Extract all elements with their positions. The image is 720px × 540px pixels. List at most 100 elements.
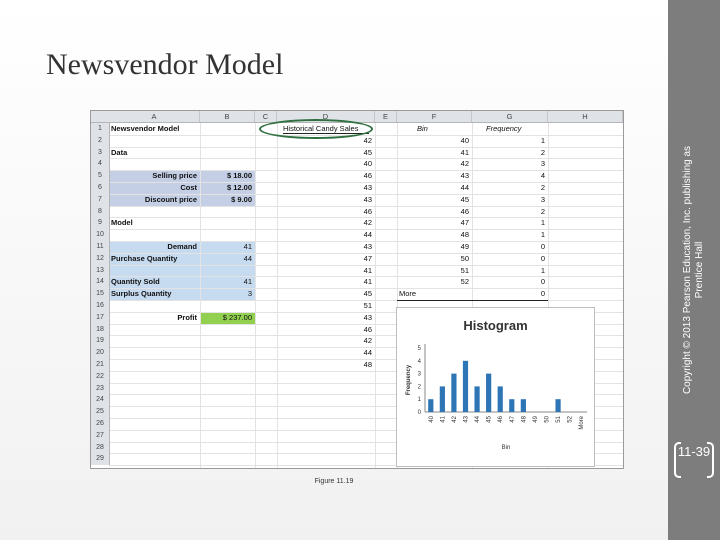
- sales-value: 47: [363, 253, 372, 263]
- x-tick-label: 49: [533, 415, 539, 422]
- row-header[interactable]: 9: [91, 217, 110, 230]
- model-label: Quantity Sold: [111, 277, 160, 287]
- sales-value: 43: [363, 312, 372, 322]
- row-header[interactable]: 1: [91, 123, 110, 135]
- model-value: 41: [243, 277, 252, 287]
- x-tick-label: 41: [440, 415, 446, 422]
- row-header[interactable]: 6: [91, 182, 110, 194]
- histogram-bar: [520, 399, 526, 412]
- x-tick-label: 51: [556, 415, 562, 422]
- chart-plot: 01234540 41 42 43 44 45 46 47 48 49 50 51 52 MoreBinF…: [406, 344, 587, 451]
- frequency-value: 0: [540, 242, 545, 251]
- x-tick-label: 40: [429, 415, 435, 422]
- col-header-b[interactable]: B: [200, 111, 255, 122]
- col-header-f[interactable]: F: [397, 111, 472, 122]
- bin-value: 43: [460, 171, 469, 181]
- row-header[interactable]: 27: [91, 429, 110, 442]
- model-value: 3: [247, 289, 252, 299]
- bin-more: More: [399, 289, 417, 299]
- table-bottom-line: [397, 300, 548, 301]
- frequency-value: 1: [540, 218, 545, 228]
- figure-caption: Figure 11.19: [314, 478, 354, 485]
- model-label: Demand: [167, 242, 197, 251]
- row-header[interactable]: 12: [91, 252, 110, 265]
- sales-value: 45: [363, 147, 372, 157]
- data-label: Discount price: [144, 194, 197, 204]
- x-tick-label: More: [579, 415, 585, 429]
- data-label: Cost: [180, 183, 197, 192]
- row-header[interactable]: 28: [91, 441, 110, 454]
- col-header-c[interactable]: C: [255, 111, 277, 122]
- sales-value: 45: [363, 289, 372, 299]
- frequency-value: 1: [540, 265, 545, 275]
- frequency-value: 0: [540, 277, 545, 287]
- model-value: 44: [243, 253, 252, 263]
- y-tick-label: 3: [418, 372, 422, 378]
- row-header[interactable]: 2: [91, 134, 110, 147]
- histogram-bar: [428, 399, 434, 412]
- row-header[interactable]: 16: [91, 300, 110, 312]
- row-header[interactable]: 15: [91, 288, 110, 300]
- model-value: 41: [243, 242, 252, 251]
- col-header-g[interactable]: G: [472, 111, 548, 122]
- row-header[interactable]: 13: [91, 264, 110, 277]
- row-header[interactable]: 29: [91, 453, 110, 466]
- bin-value: 50: [460, 253, 469, 263]
- row-header[interactable]: 7: [91, 193, 110, 206]
- row-header[interactable]: 11: [91, 241, 110, 253]
- row-header[interactable]: 5: [91, 170, 110, 182]
- row-header[interactable]: 19: [91, 335, 110, 348]
- row-header[interactable]: 10: [91, 229, 110, 241]
- select-all-corner[interactable]: [91, 111, 109, 122]
- sales-value: 46: [363, 171, 372, 181]
- sales-value: 40: [363, 159, 372, 169]
- col-header-e[interactable]: E: [375, 111, 397, 122]
- row-header[interactable]: 8: [91, 205, 110, 218]
- row-header[interactable]: 20: [91, 347, 110, 359]
- histogram-bar: [462, 360, 469, 412]
- sales-value: 42: [363, 336, 372, 346]
- frequency-value: 0: [540, 253, 545, 263]
- column-gridline: [375, 123, 376, 468]
- frequency-value: 2: [540, 183, 545, 192]
- x-tick-label: 45: [487, 415, 493, 422]
- bin-header: Bin: [417, 124, 428, 133]
- row-header[interactable]: 21: [91, 359, 110, 371]
- sales-value: 46: [363, 324, 372, 334]
- histogram-bar: [486, 373, 492, 412]
- x-tick-label: 52: [568, 415, 574, 422]
- x-tick-label: 48: [521, 415, 527, 422]
- row-header[interactable]: 17: [91, 311, 110, 324]
- slide-title: Newsvendor Model: [46, 48, 284, 81]
- frequency-value: 0: [540, 289, 545, 299]
- col-header-h[interactable]: H: [548, 111, 623, 122]
- bin-value: 41: [460, 147, 469, 157]
- y-tick-label: 1: [418, 397, 422, 403]
- sales-value: 43: [363, 242, 372, 251]
- row-header[interactable]: 14: [91, 276, 110, 289]
- frequency-value: 3: [540, 159, 545, 169]
- model-label: Surplus Quantity: [111, 289, 172, 299]
- bin-value: 51: [460, 265, 469, 275]
- row-header[interactable]: 23: [91, 382, 110, 395]
- sales-value: 43: [363, 194, 372, 204]
- row-header[interactable]: 25: [91, 406, 110, 418]
- x-tick-label: 42: [452, 415, 458, 422]
- sales-value: 41: [363, 277, 372, 287]
- row-header[interactable]: 4: [91, 158, 110, 171]
- y-axis-title: Frequency: [406, 364, 412, 395]
- row-header[interactable]: 26: [91, 418, 110, 430]
- row-header[interactable]: 22: [91, 370, 110, 383]
- column-gridline: [255, 123, 256, 468]
- row-header[interactable]: 18: [91, 323, 110, 336]
- y-tick-label: 5: [418, 346, 422, 352]
- row-header[interactable]: 3: [91, 146, 110, 159]
- sales-value: 44: [363, 348, 372, 358]
- col-header-a[interactable]: A: [109, 111, 200, 122]
- histogram-chart[interactable]: Histogram 0 1 2 3 4 5 40 41 42 43 44 45 46 47 48 49 50 51…: [396, 307, 595, 467]
- y-tick-label: 0: [418, 410, 422, 416]
- cell-a3: Data: [111, 147, 128, 157]
- bin-value: 44: [460, 183, 469, 192]
- bin-value: 52: [460, 277, 469, 287]
- row-header[interactable]: 24: [91, 394, 110, 407]
